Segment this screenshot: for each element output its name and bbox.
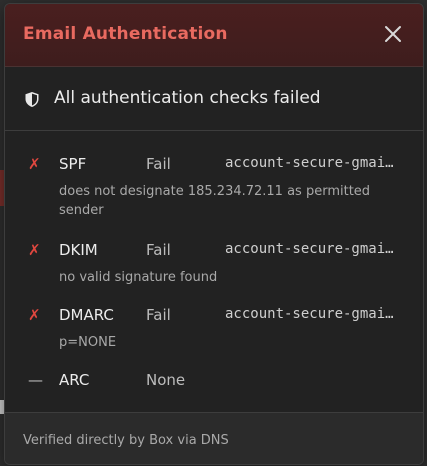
- fail-mark-icon: ✗: [28, 155, 41, 173]
- dialog-header: Email Authentication: [5, 4, 423, 67]
- fail-mark-icon: ✗: [28, 306, 41, 324]
- close-icon: [385, 26, 401, 42]
- summary-text: All authentication checks failed: [54, 88, 321, 108]
- dialog-footer: Verified directly by Box via DNS: [5, 412, 423, 464]
- check-domain: account-secure-gmail-login.com: [225, 306, 401, 322]
- check-domain: account-secure-gmail-login.com: [225, 155, 401, 171]
- check-domain: account-secure-gmail-login.com: [225, 241, 401, 257]
- check-result: Fail: [146, 241, 171, 259]
- dialog-title: Email Authentication: [23, 24, 228, 44]
- email-authentication-dialog: Email Authentication All authentication …: [4, 3, 424, 465]
- close-button[interactable]: [381, 22, 405, 46]
- auth-checks-list: ✗ SPF Fail account-secure-gmail-login.co…: [5, 131, 423, 411]
- none-mark-icon: —: [28, 371, 43, 389]
- check-detail: p=NONE: [59, 335, 117, 350]
- check-row-spf: ✗ SPF Fail account-secure-gmail-login.co…: [5, 155, 423, 218]
- check-result: Fail: [146, 306, 171, 324]
- check-result: Fail: [146, 155, 171, 173]
- shield-icon: [25, 92, 39, 107]
- check-protocol: ARC: [59, 371, 90, 389]
- check-detail: no valid signature found: [59, 270, 218, 285]
- auth-summary: All authentication checks failed: [5, 67, 423, 131]
- verification-note: Verified directly by Box via DNS: [23, 433, 229, 448]
- check-protocol: DKIM: [59, 241, 98, 259]
- check-row-dkim: ✗ DKIM Fail account-secure-gmail-login.c…: [5, 241, 423, 301]
- check-protocol: SPF: [59, 155, 87, 173]
- check-detail: does not designate 185.234.72.11 as perm…: [59, 184, 371, 218]
- check-result: None: [146, 371, 186, 389]
- fail-mark-icon: ✗: [28, 241, 41, 259]
- check-protocol: DMARC: [59, 306, 114, 324]
- check-row-dmarc: ✗ DMARC Fail account-secure-gmail-login.…: [5, 306, 423, 366]
